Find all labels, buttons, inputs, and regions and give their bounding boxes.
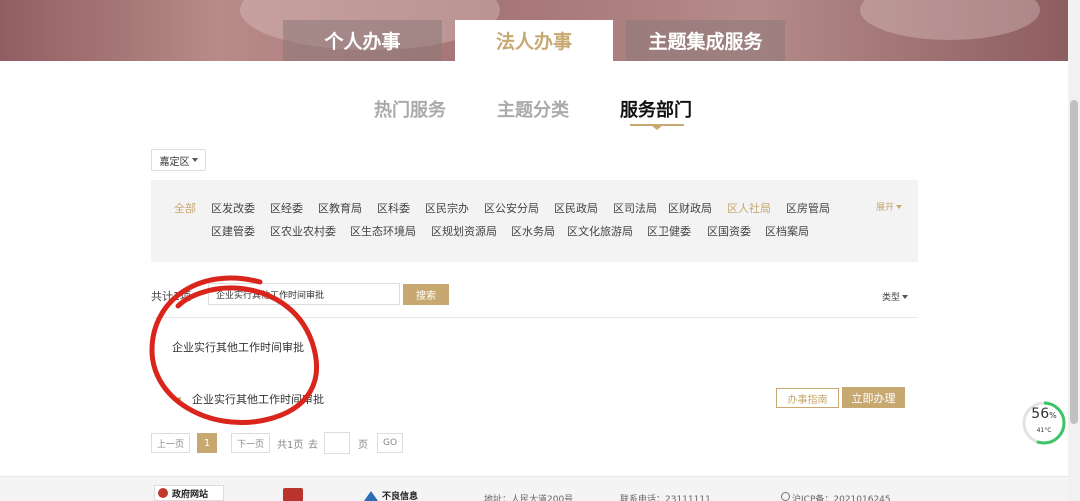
dept-item[interactable]: 区建管委 — [211, 223, 255, 239]
banner-decoration — [860, 0, 1040, 40]
scrollbar-thumb[interactable] — [1070, 100, 1078, 424]
dept-item[interactable]: 区发改委 — [211, 200, 255, 216]
active-subtab-caret — [651, 125, 663, 130]
district-select-value: 嘉定区 — [159, 156, 190, 168]
type-filter-label: 类型 — [882, 293, 901, 303]
main-tabs: 个人办事 法人办事 主题集成服务 — [283, 20, 785, 61]
chevron-down-icon — [191, 158, 198, 162]
type-filter-dropdown[interactable]: 类型 — [882, 290, 909, 303]
page-suffix-label: 页 — [358, 440, 368, 451]
expand-label: 展开 — [876, 203, 895, 213]
subtab-theme-category[interactable]: 主题分类 — [497, 96, 569, 122]
expand-toggle[interactable]: 展开 — [876, 200, 903, 213]
dept-item[interactable]: 区文化旅游局 — [567, 223, 633, 239]
police-badge-icon — [781, 492, 790, 501]
tab-theme-services[interactable]: 主题集成服务 — [626, 20, 785, 61]
dept-item[interactable]: 区房管局 — [786, 200, 830, 216]
service-guide-button[interactable]: 办事指南 — [776, 388, 839, 408]
dept-item[interactable]: 区经委 — [270, 200, 303, 216]
footer-phone: 联系电话：23111111 — [620, 495, 711, 501]
search-input[interactable] — [208, 283, 400, 305]
tab-legal-person[interactable]: 法人办事 — [455, 20, 613, 61]
result-group-title: 企业实行其他工作时间审批 — [172, 341, 304, 354]
gov-site-logo-text: 政府网站 — [172, 489, 209, 500]
dept-item[interactable]: 区农业农村委 — [270, 223, 336, 239]
gauge-percent-unit: % — [1049, 411, 1057, 420]
dept-item[interactable]: 区生态环境局 — [350, 223, 416, 239]
divider — [151, 317, 918, 318]
dept-all[interactable]: 全部 — [174, 200, 196, 216]
report-brand-icon — [364, 490, 378, 501]
gov-site-logo[interactable]: 政府网站 — [154, 485, 224, 501]
gov-site-logo-icon — [158, 488, 168, 498]
search-button[interactable]: 搜索 — [403, 284, 449, 305]
tab-personal[interactable]: 个人办事 — [283, 20, 442, 61]
subtab-service-departments[interactable]: 服务部门 — [620, 96, 692, 122]
dept-item[interactable]: 区国资委 — [707, 223, 751, 239]
report-brand-text: 不良信息 — [382, 492, 419, 501]
emblem-icon[interactable] — [283, 488, 303, 501]
dept-item[interactable]: 区教育局 — [318, 200, 362, 216]
dept-item[interactable]: 区财政局 — [668, 200, 712, 216]
bullet-icon — [178, 397, 181, 400]
gauge-percent: 56% — [1021, 406, 1067, 422]
dept-item[interactable]: 区司法局 — [613, 200, 657, 216]
dept-item[interactable]: 区卫健委 — [647, 223, 691, 239]
next-page-button[interactable]: 下一页 — [231, 433, 270, 453]
dept-item[interactable]: 区规划资源局 — [431, 223, 497, 239]
current-page-button[interactable]: 1 — [197, 433, 217, 453]
chevron-down-icon — [902, 294, 909, 299]
gauge-temperature: 41°C — [1036, 427, 1052, 434]
apply-now-button[interactable]: 立即办理 — [842, 387, 905, 408]
total-pages-text: 共1页 — [277, 440, 304, 451]
subtab-hot-services[interactable]: 热门服务 — [374, 96, 446, 122]
page-number-input[interactable] — [324, 432, 350, 454]
district-select[interactable]: 嘉定区 — [151, 149, 206, 171]
footer-address: 地址：人民大道200号 — [484, 495, 574, 501]
dept-item-highlighted[interactable]: 区人社局 — [727, 200, 771, 216]
dept-item[interactable]: 区民宗办 — [425, 200, 469, 216]
department-filter-panel — [151, 180, 918, 262]
go-button[interactable]: GO — [377, 433, 403, 453]
result-count: 共计1项 — [151, 290, 191, 303]
goto-label: 去 — [308, 440, 318, 451]
chevron-down-icon — [896, 204, 903, 209]
dept-item[interactable]: 区档案局 — [765, 223, 809, 239]
report-brand[interactable]: 不良信息 — [364, 489, 418, 501]
dept-item[interactable]: 区民政局 — [554, 200, 598, 216]
dept-item[interactable]: 区公安分局 — [484, 200, 539, 216]
footer-icp[interactable]: 沪ICP备：2021016245 — [792, 492, 891, 501]
dept-item[interactable]: 区水务局 — [511, 223, 555, 239]
prev-page-button[interactable]: 上一页 — [151, 433, 190, 453]
dept-item[interactable]: 区科委 — [377, 200, 410, 216]
result-item-title[interactable]: 企业实行其他工作时间审批 — [192, 391, 324, 407]
gauge-percent-value: 56 — [1031, 406, 1050, 422]
